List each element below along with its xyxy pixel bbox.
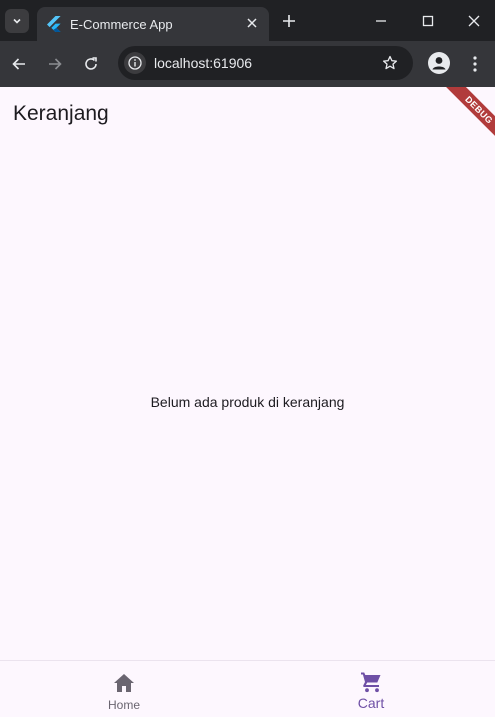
browser-tab-strip: E-Commerce App [0,0,495,41]
url-text: localhost:61906 [154,55,253,71]
tab-title: E-Commerce App [70,16,173,32]
cart-icon [359,670,383,694]
close-icon [468,15,480,27]
profile-button[interactable] [428,52,450,74]
new-tab-button[interactable] [280,12,298,30]
app-viewport: Keranjang DEBUG Belum ada produk di kera… [0,87,495,717]
home-icon [112,671,136,695]
reload-button[interactable] [80,53,102,75]
plus-icon [283,15,295,27]
back-button[interactable] [8,53,30,75]
window-minimize-button[interactable] [372,12,390,30]
nav-item-cart[interactable]: Cart [247,661,495,717]
bottom-navigation-bar: Home Cart [0,660,495,717]
chevron-down-icon [13,18,21,24]
flutter-icon [46,16,62,32]
tab-close-button[interactable] [244,15,260,31]
browser-toolbar: localhost:61906 [0,41,495,87]
arrow-right-icon [49,58,62,70]
minimize-icon [376,20,386,22]
person-icon [432,57,446,70]
address-bar[interactable]: localhost:61906 [118,46,413,80]
nav-label-home: Home [107,698,140,712]
window-maximize-button[interactable] [419,12,437,30]
maximize-icon [422,15,434,27]
nav-item-home[interactable]: Home [0,661,248,717]
more-vert-icon [473,56,477,72]
nav-label-cart: Cart [357,695,385,711]
bookmark-button[interactable] [381,54,399,72]
reload-icon [85,57,97,70]
browser-menu-button[interactable] [466,53,484,75]
close-icon [247,18,257,28]
empty-cart-message: Belum ada produk di keranjang [150,394,345,410]
browser-tab[interactable]: E-Commerce App [37,7,269,41]
arrow-left-icon [12,58,25,70]
tab-search-button[interactable] [5,9,29,33]
site-info-button[interactable] [124,52,146,74]
star-icon [382,55,398,70]
forward-button[interactable] [44,53,66,75]
debug-banner: DEBUG [435,87,495,147]
debug-banner-label: DEBUG [444,87,495,145]
info-icon [128,56,142,70]
page-title: Keranjang [13,102,109,125]
window-close-button[interactable] [465,12,483,30]
